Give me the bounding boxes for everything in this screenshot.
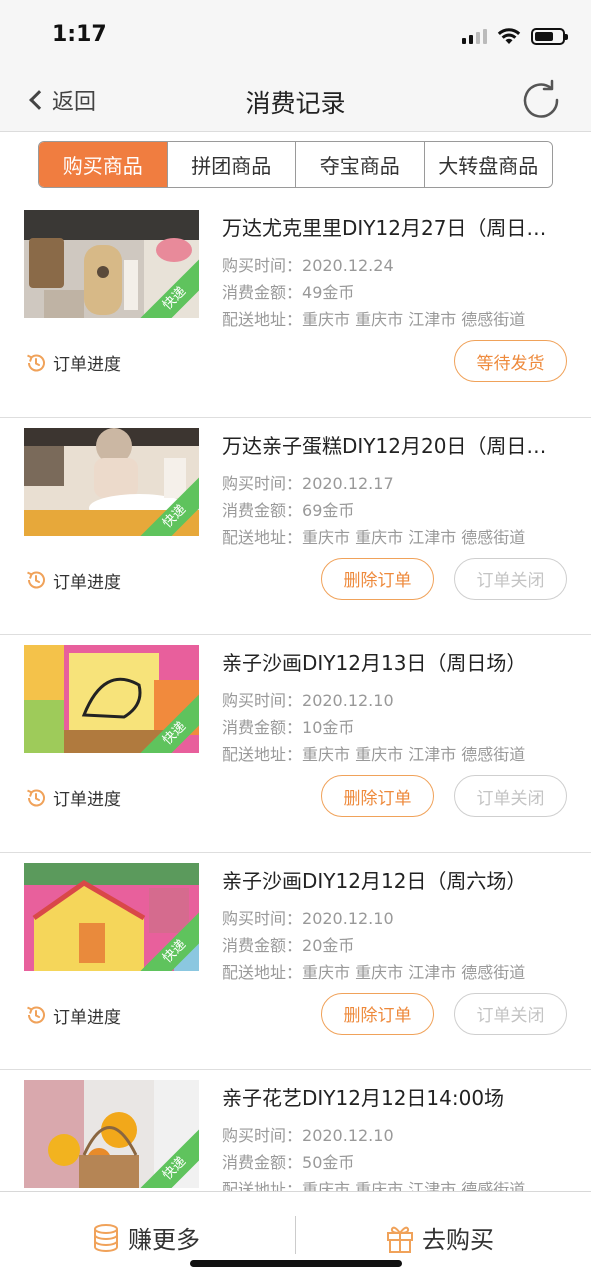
order-progress-link[interactable]: 订单进度 — [25, 350, 121, 375]
order-title: 亲子花艺DIY12月12日14:00场 — [222, 1086, 505, 1110]
history-clock-icon — [27, 1006, 45, 1024]
order-title: 万达亲子蛋糕DIY12月20日（周日场） — [222, 433, 552, 458]
order-progress-label: 订单进度 — [53, 572, 121, 593]
order-list: 快递 万达尤克里里DIY12月27日（周日场） 购买时间：2020.12.24 … — [0, 200, 591, 1279]
order-title: 万达尤克里里DIY12月27日（周日场） — [222, 216, 552, 240]
order-progress-label: 订单进度 — [53, 1007, 121, 1028]
purchase-amount: 消费金额：49金币 — [222, 283, 355, 302]
nav-bar: 返回 消费记录 — [0, 70, 591, 132]
history-clock-icon — [27, 571, 45, 589]
tab-lucky-wheel[interactable]: 大转盘商品 — [423, 142, 552, 187]
purchase-amount: 消费金额：20金币 — [222, 935, 355, 955]
order-title: 亲子沙画DIY12月13日（周日场） — [222, 651, 527, 675]
product-thumbnail: 快递 — [24, 862, 199, 971]
purchase-time: 购买时间：2020.12.10 — [222, 908, 394, 928]
page-title: 消费记录 — [245, 89, 346, 118]
cellular-signal-icon — [462, 28, 487, 44]
purchase-amount: 消费金额：50金币 — [222, 1153, 355, 1172]
history-clock-icon — [27, 354, 45, 371]
order-item[interactable]: 快递 亲子沙画DIY12月13日（周日场） 购买时间：2020.12.10 消费… — [0, 635, 591, 853]
tab-treasure[interactable]: 夺宝商品 — [295, 142, 424, 187]
tab-group-buy[interactable]: 拼团商品 — [166, 142, 295, 187]
earn-more-button[interactable]: 赚更多 — [92, 1220, 200, 1255]
bottom-action-bar: 赚更多 去购买 — [0, 1191, 591, 1279]
divider — [295, 1216, 296, 1254]
tab-purchased[interactable]: 购买商品 — [39, 142, 167, 187]
delete-order-button[interactable]: 删除订单 — [321, 557, 434, 600]
delete-order-button[interactable]: 删除订单 — [321, 992, 434, 1035]
order-item[interactable]: 快递 万达亲子蛋糕DIY12月20日（周日场） 购买时间：2020.12.17 … — [0, 418, 591, 635]
product-thumbnail: 快递 — [24, 1080, 199, 1188]
order-progress-label: 订单进度 — [53, 355, 121, 375]
awaiting-shipment-button[interactable]: 等待发货 — [454, 340, 567, 382]
gift-icon — [387, 1226, 413, 1253]
go-buy-button[interactable]: 去购买 — [386, 1220, 494, 1255]
delivery-address: 配送地址：重庆市 重庆市 江津市 德感街道 — [222, 310, 526, 329]
product-thumbnail: 快递 — [24, 427, 199, 536]
product-thumbnail: 快递 — [24, 645, 199, 753]
purchase-time: 购买时间：2020.12.17 — [222, 473, 394, 493]
purchase-time: 购买时间：2020.12.24 — [222, 256, 394, 275]
order-title: 亲子沙画DIY12月12日（周六场） — [222, 868, 527, 893]
purchase-amount: 消费金额：69金币 — [222, 500, 355, 520]
order-closed-button[interactable]: 订单关闭 — [454, 557, 567, 600]
order-closed-button[interactable]: 订单关闭 — [454, 775, 567, 817]
status-bar: 1:17 — [0, 0, 591, 70]
order-progress-link[interactable]: 订单进度 — [25, 785, 121, 810]
refresh-icon[interactable] — [519, 78, 563, 122]
delivery-address: 配送地址：重庆市 重庆市 江津市 德感街道 — [222, 962, 526, 982]
coins-icon — [94, 1223, 118, 1252]
order-item[interactable]: 快递 万达尤克里里DIY12月27日（周日场） 购买时间：2020.12.24 … — [0, 200, 591, 418]
order-progress-link[interactable]: 订单进度 — [25, 1003, 121, 1028]
order-closed-button[interactable]: 订单关闭 — [454, 992, 567, 1035]
order-type-tabs: 购买商品 拼团商品 夺宝商品 大转盘商品 — [38, 141, 553, 188]
home-indicator — [190, 1260, 402, 1267]
order-progress-label: 订单进度 — [53, 790, 121, 810]
product-thumbnail: 快递 — [24, 210, 199, 318]
purchase-time: 购买时间：2020.12.10 — [222, 691, 394, 710]
history-clock-icon — [27, 789, 45, 806]
status-icons — [462, 24, 568, 48]
order-item[interactable]: 快递 亲子沙画DIY12月12日（周六场） 购买时间：2020.12.10 消费… — [0, 853, 591, 1070]
status-time: 1:17 — [52, 22, 107, 47]
delivery-address: 配送地址：重庆市 重庆市 江津市 德感街道 — [222, 527, 526, 547]
delete-order-button[interactable]: 删除订单 — [321, 775, 434, 817]
wifi-icon — [497, 28, 521, 44]
battery-icon — [531, 27, 568, 45]
purchase-time: 购买时间：2020.12.10 — [222, 1126, 394, 1145]
order-progress-link[interactable]: 订单进度 — [25, 568, 121, 593]
go-buy-label: 去购买 — [422, 1226, 494, 1254]
earn-more-label: 赚更多 — [128, 1226, 200, 1254]
purchase-amount: 消费金额：10金币 — [222, 718, 355, 737]
delivery-address: 配送地址：重庆市 重庆市 江津市 德感街道 — [222, 745, 526, 764]
